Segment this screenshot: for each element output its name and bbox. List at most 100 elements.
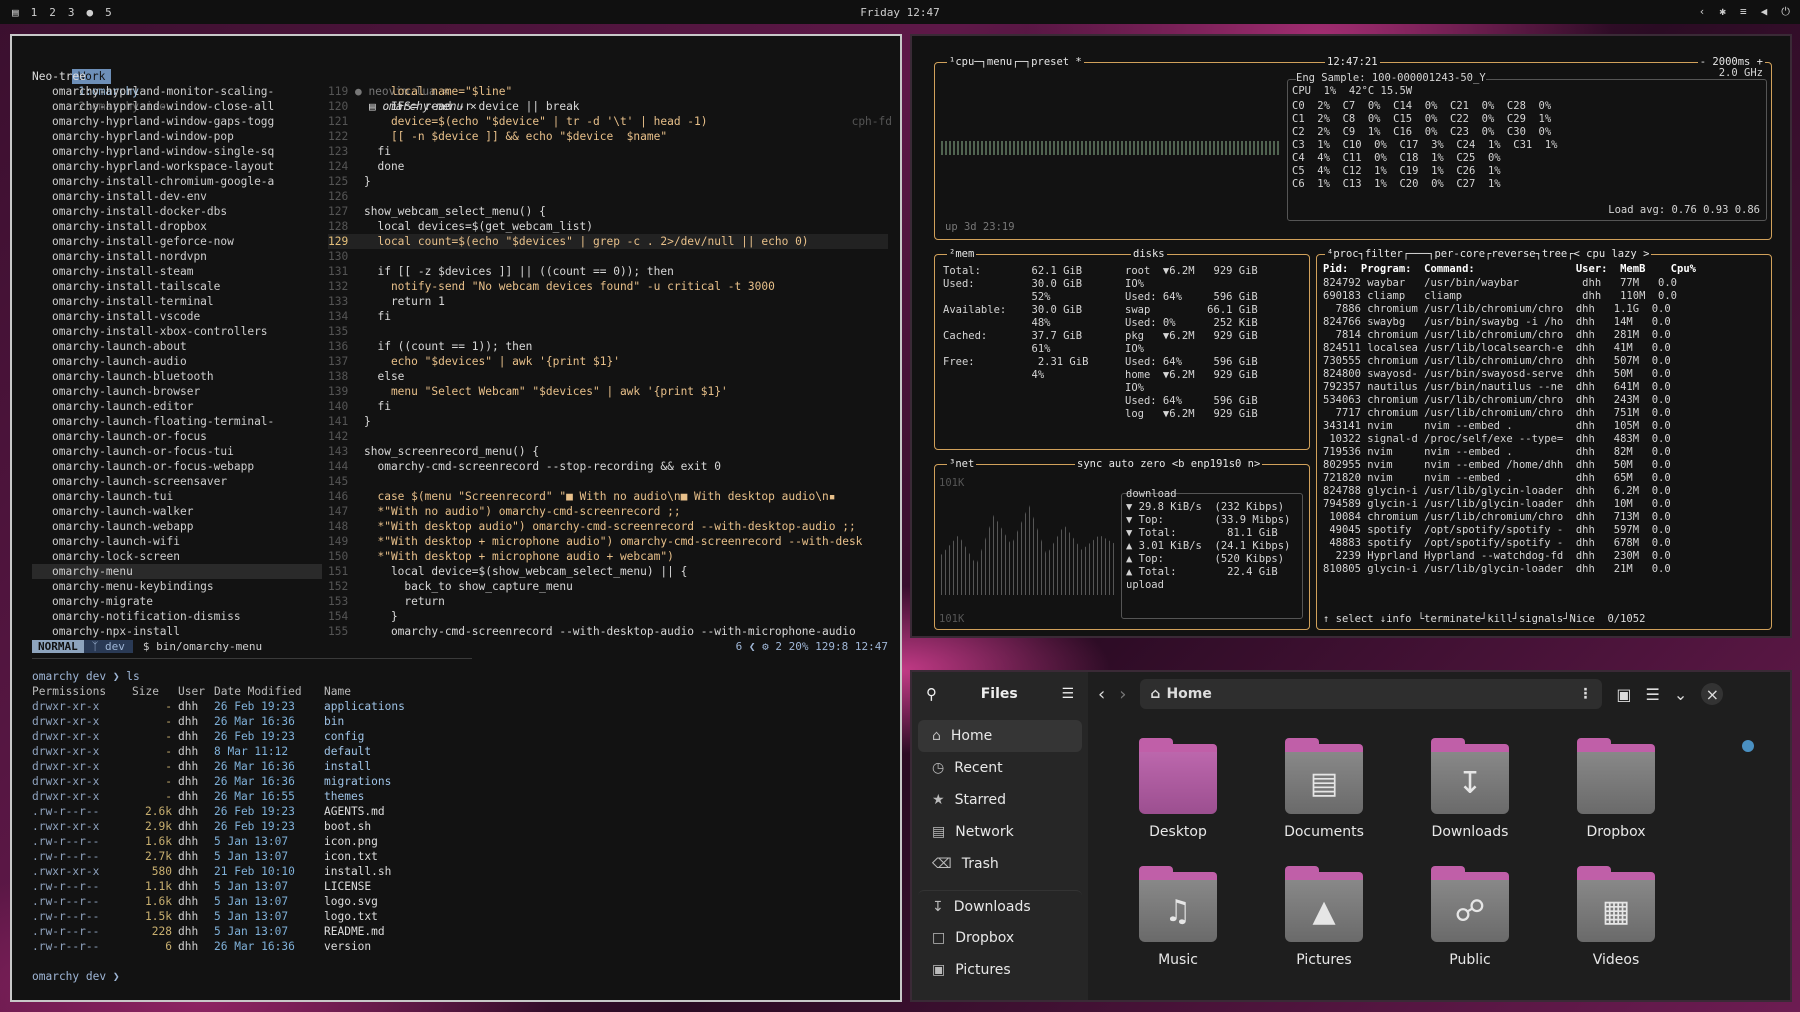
tree-item[interactable]: omarchy-install-docker-dbs — [32, 204, 322, 219]
ls-cell[interactable]: logo.svg — [324, 894, 444, 909]
folder-pictures[interactable]: ▲ Pictures — [1264, 866, 1384, 968]
sidebar-item-home[interactable]: ⌂ Home — [918, 720, 1082, 752]
terminal-window-left[interactable]: Work 1:omarchy 2:omarchy-iso cph-fd Neo-… — [10, 34, 902, 1002]
forward-icon[interactable]: › — [1119, 684, 1126, 705]
tree-item[interactable]: omarchy-menu — [32, 564, 322, 579]
tree-item[interactable]: omarchy-hyprland-window-close-all — [32, 99, 322, 114]
chevron-down-icon[interactable]: ⌄ — [1674, 685, 1687, 704]
folder-desktop[interactable]: Desktop — [1118, 738, 1238, 840]
ls-cell[interactable]: install — [324, 759, 444, 774]
workspace-3[interactable]: 3 — [68, 6, 75, 19]
tree-item[interactable]: omarchy-launch-editor — [32, 399, 322, 414]
sidebar-item-dropbox[interactable]: □ Dropbox — [918, 922, 1082, 954]
chevron-left-icon[interactable]: ‹ — [1699, 5, 1706, 19]
tree-item[interactable]: omarchy-launch-browser — [32, 384, 322, 399]
folder-dropbox[interactable]: Dropbox — [1556, 738, 1676, 840]
view-list-icon[interactable]: ☰ — [1646, 685, 1660, 704]
ls-cell[interactable]: logo.txt — [324, 909, 444, 924]
proc-title[interactable]: ⁴proc┐filter┌───┐per-core┌reverse┐tree┌<… — [1325, 248, 1652, 260]
tree-item[interactable]: omarchy-install-geforce-now — [32, 234, 322, 249]
net-options[interactable]: sync auto zero <b enp191s0 n> — [1075, 458, 1263, 470]
tree-item[interactable]: omarchy-install-xbox-controllers — [32, 324, 322, 339]
tree-item[interactable]: omarchy-migrate — [32, 594, 322, 609]
folder-music[interactable]: ♫ Music — [1118, 866, 1238, 968]
tree-item[interactable]: omarchy-install-chromium-google-a — [32, 174, 322, 189]
ls-cell[interactable]: applications — [324, 699, 444, 714]
menu-icon[interactable]: ☰ — [1061, 686, 1074, 702]
ls-cell[interactable]: icon.txt — [324, 849, 444, 864]
ls-cell[interactable]: README.md — [324, 924, 444, 939]
bluetooth-icon[interactable]: ✱ — [1719, 5, 1726, 19]
code-editor[interactable]: 119 local name="$line" 120 IFS= read -r d… — [328, 84, 888, 639]
process-list[interactable]: 824792 waybar /usr/bin/waybar dhh 77M 0.… — [1323, 277, 1677, 576]
tree-item[interactable]: omarchy-lock-screen — [32, 549, 322, 564]
folder-public[interactable]: ☍ Public — [1410, 866, 1530, 968]
sidebar-item-pictures[interactable]: ▣ Pictures — [918, 954, 1082, 986]
tree-item[interactable]: omarchy-launch-or-focus-tui — [32, 444, 322, 459]
more-icon[interactable]: ⋮ — [1578, 686, 1592, 702]
back-icon[interactable]: ‹ — [1098, 684, 1105, 705]
tree-item[interactable]: omarchy-install-tailscale — [32, 279, 322, 294]
ls-cell[interactable]: config — [324, 729, 444, 744]
ls-cell[interactable]: default — [324, 744, 444, 759]
sidebar-item-network[interactable]: ▤ Network — [918, 816, 1082, 848]
folder-downloads[interactable]: ↧ Downloads — [1410, 738, 1530, 840]
tree-item[interactable]: omarchy-hyprland-window-single-sq — [32, 144, 322, 159]
sidebar-item-starred[interactable]: ★ Starred — [918, 784, 1082, 816]
sidebar-item-recent[interactable]: ◷ Recent — [918, 752, 1082, 784]
new-folder-icon[interactable]: ▣ — [1616, 685, 1631, 704]
tree-item[interactable]: omarchy-install-nordvpn — [32, 249, 322, 264]
workspace-5[interactable]: 5 — [105, 6, 112, 19]
ls-cell[interactable]: version — [324, 939, 444, 954]
tree-item[interactable]: omarchy-hyprland-window-gaps-togg — [32, 114, 322, 129]
tree-item[interactable]: omarchy-launch-bluetooth — [32, 369, 322, 384]
files-window[interactable]: ⚲ Files ☰ ⌂ Home ◷ Recent ★ Starred ▤ Network ⌫ T… — [910, 670, 1792, 1002]
network-icon[interactable]: ≡ — [1740, 5, 1747, 19]
tree-item[interactable]: omarchy-launch-or-focus — [32, 429, 322, 444]
tree-item[interactable]: omarchy-notification-dismiss — [32, 609, 322, 624]
ls-cell[interactable]: migrations — [324, 774, 444, 789]
sidebar-item-downloads[interactable]: ↧ Downloads — [918, 890, 1082, 922]
tree-item[interactable]: omarchy-hyprland-window-pop — [32, 129, 322, 144]
tree-item[interactable]: omarchy-menu-keybindings — [32, 579, 322, 594]
ls-cell[interactable]: bin — [324, 714, 444, 729]
ls-cell[interactable]: LICENSE — [324, 879, 444, 894]
search-icon[interactable]: ⚲ — [926, 685, 937, 703]
tree-item[interactable]: omarchy-launch-floating-terminal- — [32, 414, 322, 429]
tree-item[interactable]: omarchy-launch-webapp — [32, 519, 322, 534]
tree-item[interactable]: omarchy-launch-audio — [32, 354, 322, 369]
ls-cell[interactable]: install.sh — [324, 864, 444, 879]
app-launcher-icon[interactable]: ▤ — [12, 6, 19, 19]
tree-item[interactable]: omarchy-install-dropbox — [32, 219, 322, 234]
workspace-4-active-icon[interactable]: ● — [87, 6, 94, 19]
tree-item[interactable]: omarchy-hyprland-monitor-scaling- — [32, 84, 322, 99]
close-icon[interactable]: × — [1701, 683, 1724, 705]
ls-cell[interactable]: AGENTS.md — [324, 804, 444, 819]
location-bar[interactable]: ⌂ Home ⋮ — [1140, 679, 1603, 709]
folder-documents[interactable]: ▤ Documents — [1264, 738, 1384, 840]
volume-icon[interactable]: ◀ — [1761, 5, 1768, 19]
tree-item[interactable]: omarchy-launch-screensaver — [32, 474, 322, 489]
tree-item[interactable]: omarchy-install-vscode — [32, 309, 322, 324]
workspace-2[interactable]: 2 — [49, 6, 56, 19]
clock[interactable]: Friday 12:47 — [0, 6, 1800, 19]
shell-output[interactable]: omarchy dev ❯ ls Permissions Size User Date… — [32, 669, 592, 984]
tree-item[interactable]: omarchy-hyprland-workspace-layout — [32, 159, 322, 174]
tree-item[interactable]: omarchy-launch-walker — [32, 504, 322, 519]
ls-cell[interactable]: themes — [324, 789, 444, 804]
tree-item[interactable]: omarchy-launch-or-focus-webapp — [32, 459, 322, 474]
tree-item[interactable]: omarchy-launch-about — [32, 339, 322, 354]
tree-item[interactable]: omarchy-install-terminal — [32, 294, 322, 309]
tree-item[interactable]: omarchy-launch-tui — [32, 489, 322, 504]
btop-window[interactable]: ¹cpu─┐menu┌─┐preset * 12:47:21 - 2000ms … — [910, 34, 1792, 638]
tree-item[interactable]: omarchy-install-steam — [32, 264, 322, 279]
tree-item[interactable]: omarchy-install-dev-env — [32, 189, 322, 204]
folder-videos[interactable]: ▦ Videos — [1556, 866, 1676, 968]
tree-item[interactable]: omarchy-npx-install — [32, 624, 322, 639]
power-icon[interactable]: ⏻ — [1781, 5, 1790, 19]
workspace-1[interactable]: 1 — [31, 6, 38, 19]
ls-cell[interactable]: boot.sh — [324, 819, 444, 834]
sidebar-item-trash[interactable]: ⌫ Trash — [918, 848, 1082, 880]
tree-item[interactable]: omarchy-launch-wifi — [32, 534, 322, 549]
ls-cell[interactable]: icon.png — [324, 834, 444, 849]
